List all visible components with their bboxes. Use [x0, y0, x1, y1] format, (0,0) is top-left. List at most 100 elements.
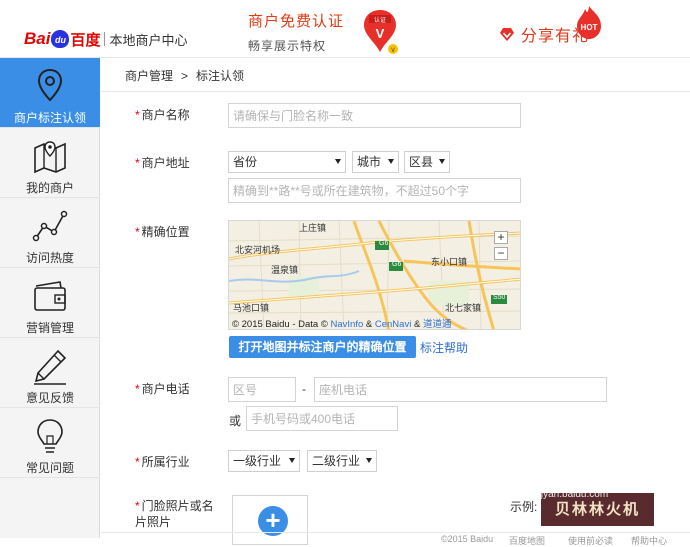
photo-label: * 门脸照片或名 片照片 [135, 499, 214, 529]
precise-location-label: * 精确位置 [135, 225, 190, 239]
sidebar-item-label: 意见反馈 [25, 391, 74, 405]
lightbulb-icon [37, 419, 63, 453]
required-mark: * [135, 225, 140, 239]
breadcrumb-separator: > [181, 69, 189, 83]
dropdown-arrow-icon [335, 159, 341, 164]
daodao-link[interactable]: 道道通 [423, 319, 452, 329]
breadcrumb: 商户管理 > 标注认领 [101, 58, 690, 92]
open-map-mark-button[interactable]: 打开地图并标注商户的精确位置 [229, 336, 416, 358]
logo-subtitle: 本地商户中心 [109, 32, 188, 48]
address-detail-field[interactable] [228, 178, 521, 203]
sidebar-item-label: 营销管理 [25, 321, 74, 335]
breadcrumb-root[interactable]: 商户管理 [125, 69, 173, 83]
required-mark: * [135, 156, 140, 170]
sidebar-item-my-shops[interactable]: 我的商户 [0, 128, 100, 198]
pencil-icon [34, 349, 67, 385]
svg-text:V: V [376, 26, 385, 41]
example-photo: 贝林林火机 [541, 493, 654, 526]
map-icon [34, 141, 66, 174]
shop-address-label: * 商户地址 [135, 156, 190, 170]
sidebar: 商户标注认领 我的商户 访问热度 营销管理 意见反馈 常见问题 [0, 58, 100, 538]
map-place-label: 马池口镇 [233, 303, 270, 313]
footer-copyright: ©2015 Baidu [441, 534, 494, 544]
dropdown-arrow-icon [439, 159, 445, 164]
sidebar-item-label: 商户标注认领 [13, 111, 86, 125]
district-select[interactable]: 区县 [404, 151, 450, 173]
map-place-label: 上庄镇 [299, 223, 327, 233]
map-copyright: © 2015 Baidu - Data © NavInfo & CenNavi … [232, 319, 452, 330]
address-detail-input[interactable] [233, 179, 520, 202]
map-zoom-in-button[interactable]: + [494, 231, 508, 244]
sidebar-item-visit-heat[interactable]: 访问热度 [0, 198, 100, 268]
logo-separator [104, 32, 106, 46]
province-select[interactable]: 省份 [228, 151, 346, 173]
top-header: Bai du 百度 本地商户中心 商户免费认证 畅享展示特权 认证 V V 分享… [0, 0, 690, 58]
required-mark: * [135, 499, 140, 513]
dropdown-arrow-icon [289, 458, 295, 463]
industry-level1-select[interactable]: 一级行业 [228, 450, 300, 472]
sidebar-item-feedback[interactable]: 意见反馈 [0, 338, 100, 408]
hot-text: HOT [581, 23, 598, 32]
industry-level2-select[interactable]: 二级行业 [307, 450, 377, 472]
mobile-input[interactable] [251, 407, 397, 430]
navinfo-link[interactable]: NavInfo [331, 319, 364, 329]
logo-baidu-cn-text: 百度 [70, 31, 101, 49]
map-place-label: 北七家镇 [445, 303, 482, 313]
logo-bai-text: Bai [24, 29, 51, 48]
example-label: 示例: [510, 500, 538, 514]
highway-label: G6 [392, 261, 402, 268]
required-mark: * [135, 108, 140, 122]
certification-promo[interactable]: 商户免费认证 畅享展示特权 [248, 10, 344, 54]
sidebar-item-label: 常见问题 [25, 461, 74, 475]
footer-link-help[interactable]: 帮助中心 [631, 534, 667, 547]
footer: ©2015 Baidu 百度地图 使用前必读 帮助中心 [101, 532, 690, 546]
map-place-label: 北安河机场 [235, 245, 281, 255]
sidebar-item-label: 我的商户 [25, 181, 74, 195]
shop-phone-label: * 商户电话 [135, 382, 190, 396]
sidebar-item-marketing[interactable]: 营销管理 [0, 268, 100, 338]
shop-name-label: * 商户名称 [135, 108, 190, 122]
area-code-input[interactable] [233, 378, 295, 401]
required-mark: * [135, 455, 140, 469]
map-place-label: 温泉镇 [271, 265, 299, 275]
highway-label: S50 [493, 294, 506, 301]
sidebar-item-faq[interactable]: 常见问题 [0, 408, 100, 478]
dropdown-arrow-icon [366, 458, 372, 463]
shop-name-field[interactable] [228, 103, 521, 128]
shop-name-input[interactable] [233, 104, 520, 127]
landline-field[interactable] [314, 377, 607, 402]
verified-badge-icon: 认证 V V [364, 10, 398, 54]
hot-flame-icon: HOT [577, 6, 601, 39]
svg-text:V: V [391, 48, 395, 54]
breadcrumb-current: 标注认领 [196, 69, 245, 83]
phone-dash: - [302, 382, 306, 396]
main-content: 商户管理 > 标注认领 *商户名称 *商户地址 省份 城市 区县 *精确位置 [101, 58, 690, 546]
badge-text: 认证 [374, 16, 386, 24]
promo-subtitle: 畅享展示特权 [248, 39, 327, 53]
sidebar-item-label: 访问热度 [25, 251, 74, 265]
footer-link-readme[interactable]: 使用前必读 [568, 534, 613, 547]
map-zoom-out-button[interactable]: − [494, 247, 508, 260]
city-select[interactable]: 城市 [352, 151, 399, 173]
cennavi-link[interactable]: CenNavi [375, 319, 411, 329]
sidebar-item-mark-claim[interactable]: 商户标注认领 [0, 58, 100, 128]
promo-title: 商户免费认证 [248, 13, 345, 30]
mark-help-link[interactable]: 标注帮助 [420, 339, 468, 356]
dropdown-arrow-icon [388, 159, 394, 164]
map-pin-icon [37, 68, 63, 102]
baidu-logo[interactable]: Bai du 百度 本地商户中心 [24, 26, 188, 52]
area-code-field[interactable] [228, 377, 296, 402]
line-chart-icon [32, 210, 68, 242]
gift-icon [500, 28, 514, 41]
paw-icon: du [51, 30, 70, 48]
location-map[interactable]: G6 G6 S50 上庄镇 北安河机场 温泉镇 东小口镇 马池口镇 北七家镇 +… [228, 220, 521, 330]
highway-label: G6 [379, 240, 389, 247]
wallet-icon [34, 281, 66, 311]
footer-link-map[interactable]: 百度地图 [509, 534, 545, 547]
industry-label: * 所属行业 [135, 455, 190, 469]
required-mark: * [135, 382, 140, 396]
mobile-field[interactable] [246, 406, 398, 431]
map-place-label: 东小口镇 [431, 257, 468, 267]
landline-input[interactable] [319, 378, 606, 401]
or-label: 或 [229, 414, 242, 428]
